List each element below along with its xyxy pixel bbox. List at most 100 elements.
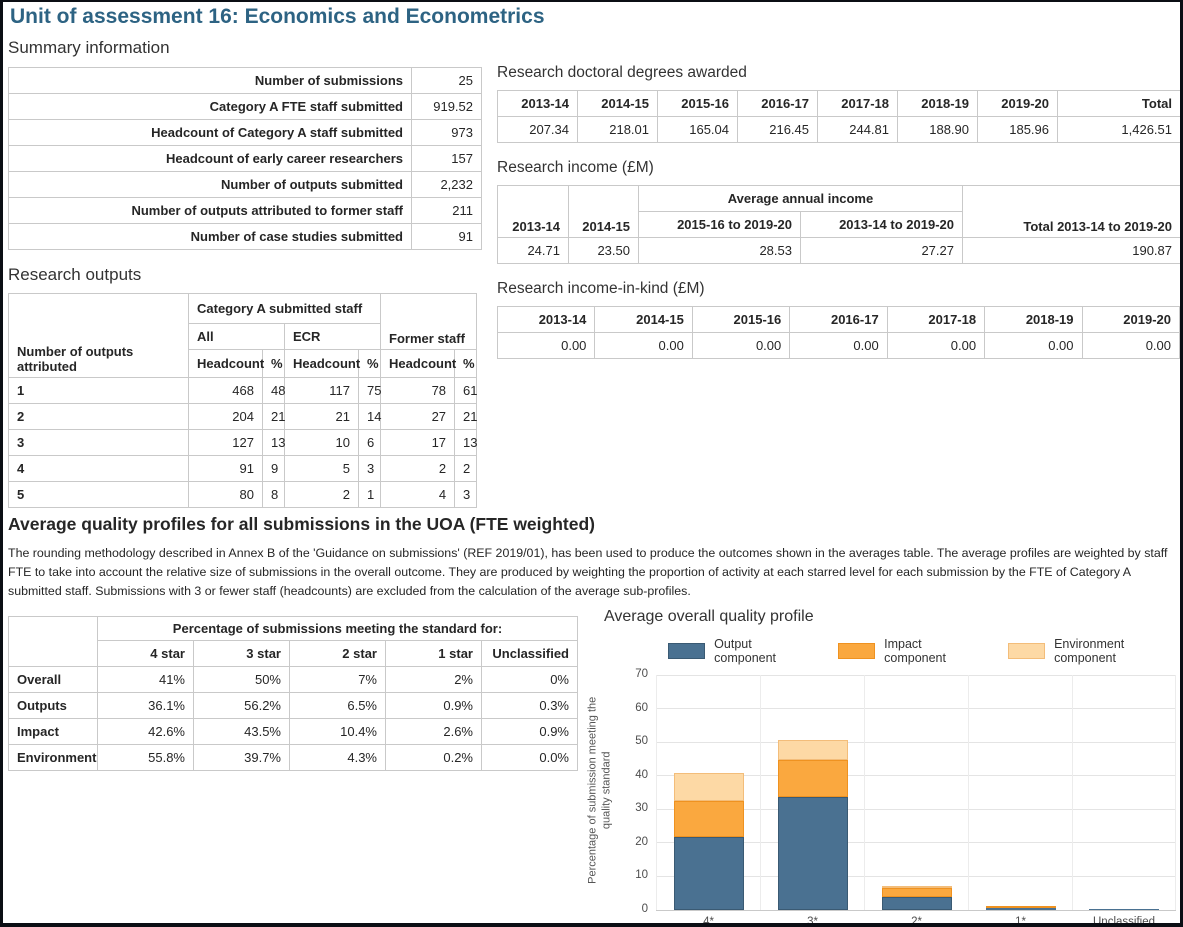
row-label: Number of case studies submitted [9,224,412,250]
cell-value: 48 [263,378,285,404]
table-row: Number of outputs submitted2,232 [9,172,482,198]
outputs-group-header: Category A submitted staff [189,294,381,324]
row-label: Number of outputs submitted [9,172,412,198]
y-axis-tick-label: 20 [620,836,648,848]
x-axis-tick-label: 4* [657,916,760,927]
cell-value: 0.00 [887,333,984,359]
stacked-bar [1089,909,1159,910]
y-axis-tick-label: 60 [620,702,648,714]
cell-value: 61 [455,378,477,404]
bar-segment [778,740,848,760]
cell-value: 0.00 [595,333,692,359]
empty-corner-cell [9,617,98,667]
cell-value: 3 [455,482,477,508]
cell-value: 27.27 [801,238,963,264]
legend-swatch-icon [1008,643,1045,659]
outputs-col-pct: % [455,350,477,378]
cell-value: 17 [381,430,455,456]
research-outputs-table: Number of outputs attributed Category A … [8,293,477,508]
cell-value: 39.7% [194,745,290,771]
table-row: Headcount of early career researchers157 [9,146,482,172]
chart-plot: Percentage of submission meeting the qua… [656,675,1176,910]
cell-value: 91 [189,456,263,482]
cell-value: 2 [285,482,359,508]
cell-value: 5 [285,456,359,482]
table-row: 58082143 [9,482,477,508]
cell-value: 75 [359,378,381,404]
cell-value: 78 [381,378,455,404]
year-col: 2013-14 [498,186,569,238]
cell-value: 216.45 [738,117,818,143]
unclassified-col: Unclassified [482,641,578,667]
cell-value: 6.5% [290,693,386,719]
y-axis-tick-label: 70 [620,668,648,680]
table-row: Number of outputs attributed to former s… [9,198,482,224]
doctoral-table: 2013-14 2014-15 2015-16 2016-17 2017-18 … [497,90,1181,143]
outputs-col-pct: % [359,350,381,378]
chart-category-slot: 2* [864,675,968,910]
star-col: 3 star [194,641,290,667]
year-col: 2013-14 [498,307,595,333]
stacked-bar [778,740,848,910]
year-col: 2014-15 [569,186,639,238]
star-col: 2 star [290,641,386,667]
quality-span-header: Percentage of submissions meeting the st… [98,617,578,641]
cell-value: 2 [455,456,477,482]
outputs-row-header: Number of outputs attributed [9,294,189,378]
year-col: 2018-19 [985,307,1082,333]
year-col: 2015-16 [692,307,789,333]
chart-category-slot: 4* [656,675,760,910]
cell-value: 0.9% [386,693,482,719]
cell-value: 188.90 [898,117,978,143]
year-col: 2019-20 [1082,307,1179,333]
cell-value: 4 [381,482,455,508]
cell-value: 21 [263,404,285,430]
x-axis-tick-label: 3* [761,916,864,927]
chart-title: Average overall quality profile [604,608,1183,626]
quality-profiles-heading: Average quality profiles for all submiss… [8,514,1179,535]
cell-value: 973 [412,120,482,146]
row-label: Category A FTE staff submitted [9,94,412,120]
table-row: Outputs36.1%56.2%6.5%0.9%0.3% [9,693,578,719]
quality-header-row-1: Percentage of submissions meeting the st… [9,617,578,641]
row-label: Number of submissions [9,68,412,94]
table-row: 49195322 [9,456,477,482]
row-label: Outputs [9,693,98,719]
cell-value: 1,426.51 [1058,117,1181,143]
income-heading: Research income (£M) [497,159,1181,177]
bar-segment [778,797,848,910]
outputs-col-ecr: ECR [285,324,381,350]
cell-value: 127 [189,430,263,456]
table-row: 0.000.000.000.000.000.000.00 [498,333,1180,359]
cell-value: 24.71 [498,238,569,264]
table-row: 22042121142721 [9,404,477,430]
outputs-header-row-1: Number of outputs attributed Category A … [9,294,477,324]
cell-value: 56.2% [194,693,290,719]
legend-swatch-icon [838,643,875,659]
row-label: 2 [9,404,189,430]
cell-value: 8 [263,482,285,508]
cell-value: 10.4% [290,719,386,745]
income-header-row-1: 2013-14 2014-15 Average annual income To… [498,186,1181,212]
methodology-note: The rounding methodology described in An… [8,544,1179,602]
cell-value: 0.00 [692,333,789,359]
cell-value: 1 [359,482,381,508]
bar-segment [882,897,952,910]
row-label: Headcount of early career researchers [9,146,412,172]
quality-profile-table: Percentage of submissions meeting the st… [8,616,578,771]
cell-value: 0.9% [482,719,578,745]
cell-value: 43.5% [194,719,290,745]
cell-value: 50% [194,667,290,693]
legend-label: Output component [714,637,812,665]
cell-value: 117 [285,378,359,404]
cell-value: 0.3% [482,693,578,719]
outputs-col-former: Former staff [381,294,477,350]
year-col: 2013-14 [498,91,578,117]
cell-value: 10 [285,430,359,456]
y-axis-tick-label: 0 [620,903,648,915]
quality-profiles-section: Average quality profiles for all submiss… [8,514,1179,602]
year-col: 2015-16 [658,91,738,117]
row-label: Impact [9,719,98,745]
cell-value: 42.6% [98,719,194,745]
cell-value: 14 [359,404,381,430]
